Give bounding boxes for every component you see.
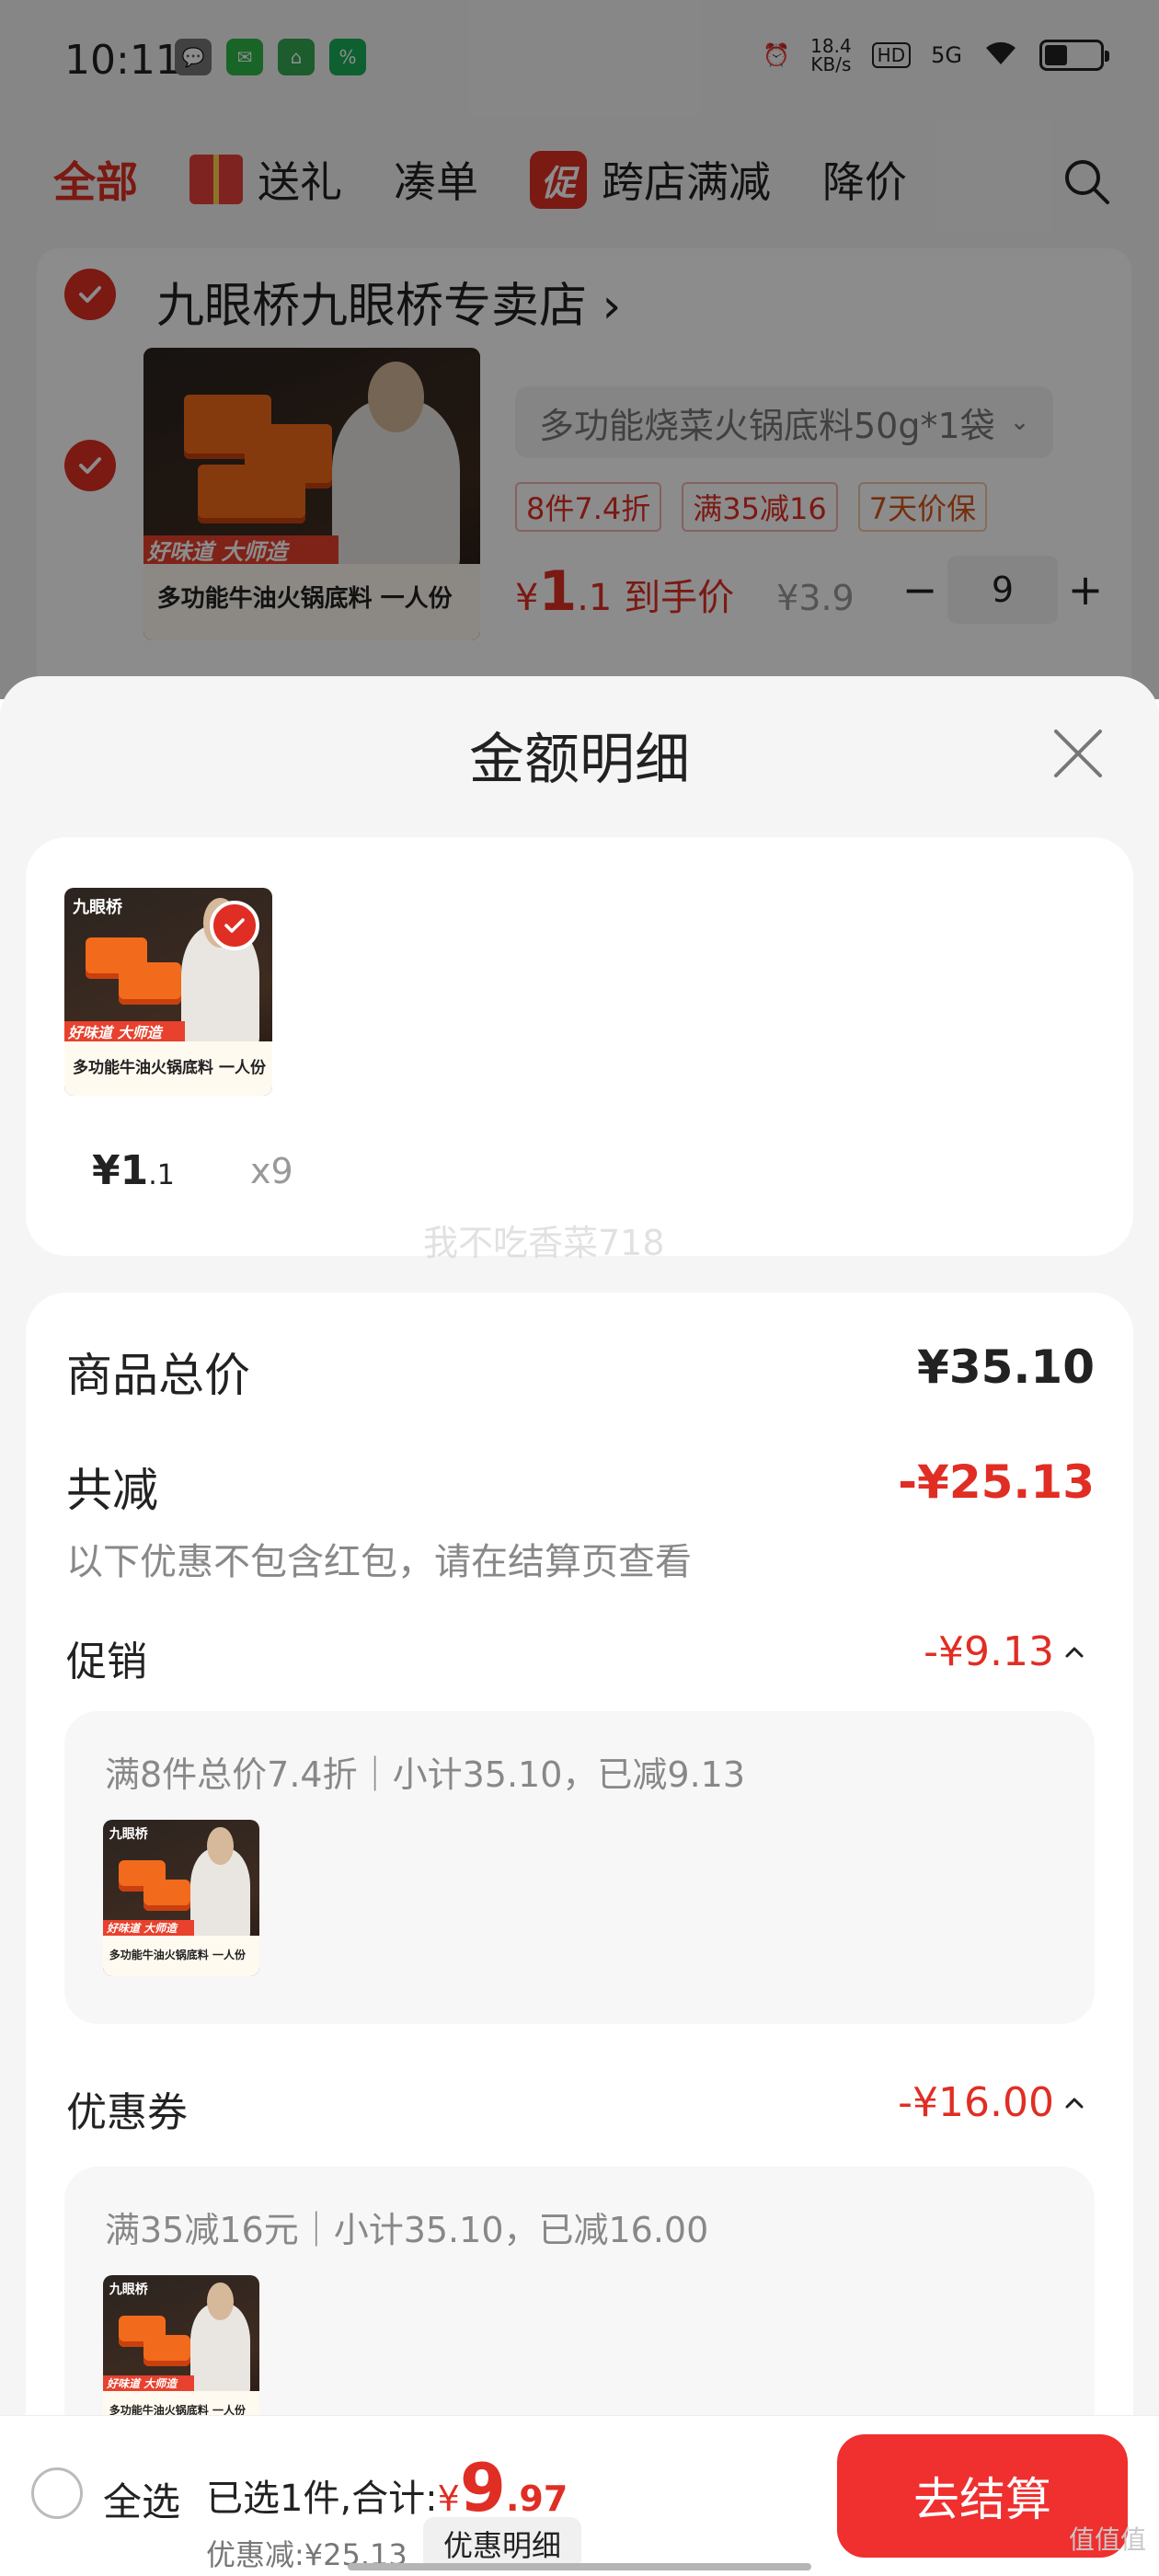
corner-watermark-logo: 值值值	[1068, 2524, 1146, 2555]
brand-logo: 九眼桥	[109, 1827, 148, 1843]
sheet-title: 金额明细	[469, 728, 690, 792]
modal-overlay[interactable]	[0, 0, 1159, 699]
select-all-checkbox[interactable]	[31, 2467, 83, 2519]
selected-check-badge	[210, 901, 259, 950]
promotion-toggle[interactable]: -¥9.13	[924, 1628, 1085, 1675]
promotion-label: 促销	[66, 1639, 147, 1685]
product-banner-text: 多功能牛油火锅底料 一人份	[73, 1058, 266, 1077]
brand-logo: 九眼桥	[73, 897, 123, 917]
selected-count-text: 已选1件,合计:	[206, 2478, 438, 2520]
hotpot-block	[118, 962, 181, 1005]
goods-total-label: 商品总价	[66, 1349, 250, 1402]
coupon-item-thumbnail: 九眼桥 好味道 大师造 多功能牛油火锅底料 一人份	[103, 2275, 259, 2432]
hotpot-block	[143, 1879, 191, 1911]
selected-item-thumbnail[interactable]: 九眼桥 好味道 大师造 多功能牛油火锅底料 一人份	[64, 888, 272, 1096]
total-dec: .97	[505, 2478, 568, 2519]
chevron-up-icon	[1065, 1647, 1084, 1657]
product-banner-red: 好味道 大师造	[103, 2375, 194, 2391]
promotion-detail-text: 满8件总价7.4折｜小计35.10，已减9.13	[105, 1754, 746, 1795]
total-reduce-label: 共减	[66, 1464, 158, 1517]
checkmark-icon	[224, 918, 245, 933]
chevron-up-icon	[1065, 2098, 1084, 2108]
watermark: 我不吃香菜718	[423, 1223, 665, 1263]
coupon-label: 优惠券	[66, 2089, 188, 2136]
coupon-detail-text: 满35减16元｜小计35.10，已减16.00	[105, 2210, 709, 2250]
cart-page-background: 10:11 💬 ✉ ⌂ % ⏰ 18.4 KB/s HD 5G 全部 送礼 凑单…	[0, 0, 1159, 708]
summary-price-main: ¥1	[92, 1147, 149, 1194]
product-photo: 九眼桥 好味道 大师造 多功能牛油火锅底料 一人份	[103, 2275, 259, 2432]
chef-figure	[190, 2283, 250, 2398]
summary-price-dec: .1	[148, 1159, 175, 1191]
brand-logo: 九眼桥	[109, 2283, 148, 2298]
coupon-toggle[interactable]: -¥16.00	[898, 2079, 1085, 2126]
summary-unit-price: ¥1.1	[92, 1147, 175, 1194]
hotpot-block	[143, 2334, 191, 2366]
product-banner-text: 多功能牛油火锅底料 一人份	[109, 1948, 246, 1961]
promotion-item-thumbnail: 九眼桥 好味道 大师造 多功能牛油火锅底料 一人份	[103, 1820, 259, 1976]
product-photo: 九眼桥 好味道 大师造 多功能牛油火锅底料 一人份	[103, 1820, 259, 1976]
select-all-label[interactable]: 全选	[103, 2471, 180, 2527]
discount-note: 以下优惠不包含红包，请在结算页查看	[66, 1541, 692, 1583]
close-icon[interactable]	[1050, 726, 1106, 781]
promotion-value: -¥9.13	[924, 1628, 1054, 1675]
checkout-bar: 全选 已选1件,合计: ¥ 9 .97 优惠减:¥25.13 优惠明细 去结算 …	[0, 2415, 1159, 2576]
product-banner-red: 好味道 大师造	[103, 1919, 194, 1936]
total-reduce-value: -¥25.13	[898, 1455, 1095, 1509]
total-int: 9	[459, 2449, 506, 2526]
goods-total-value: ¥35.10	[917, 1340, 1095, 1394]
chef-figure	[190, 1827, 250, 1942]
promotion-detail-box: 满8件总价7.4折｜小计35.10，已减9.13 九眼桥 好味道 大师造 多功能…	[64, 1711, 1095, 2024]
summary-quantity: x9	[250, 1151, 293, 1191]
total-yen: ¥	[437, 2478, 460, 2519]
amount-detail-sheet: 金额明细 九眼桥 好味道 大师造 多功能牛油火锅底料 一人份 ¥1.1 x9 我…	[0, 676, 1159, 2576]
footer-total: 已选1件,合计: ¥ 9 .97	[206, 2449, 568, 2526]
product-banner-red: 好味道 大师造	[64, 1020, 186, 1042]
coupon-value: -¥16.00	[898, 2079, 1054, 2126]
home-indicator[interactable]	[348, 2563, 811, 2570]
